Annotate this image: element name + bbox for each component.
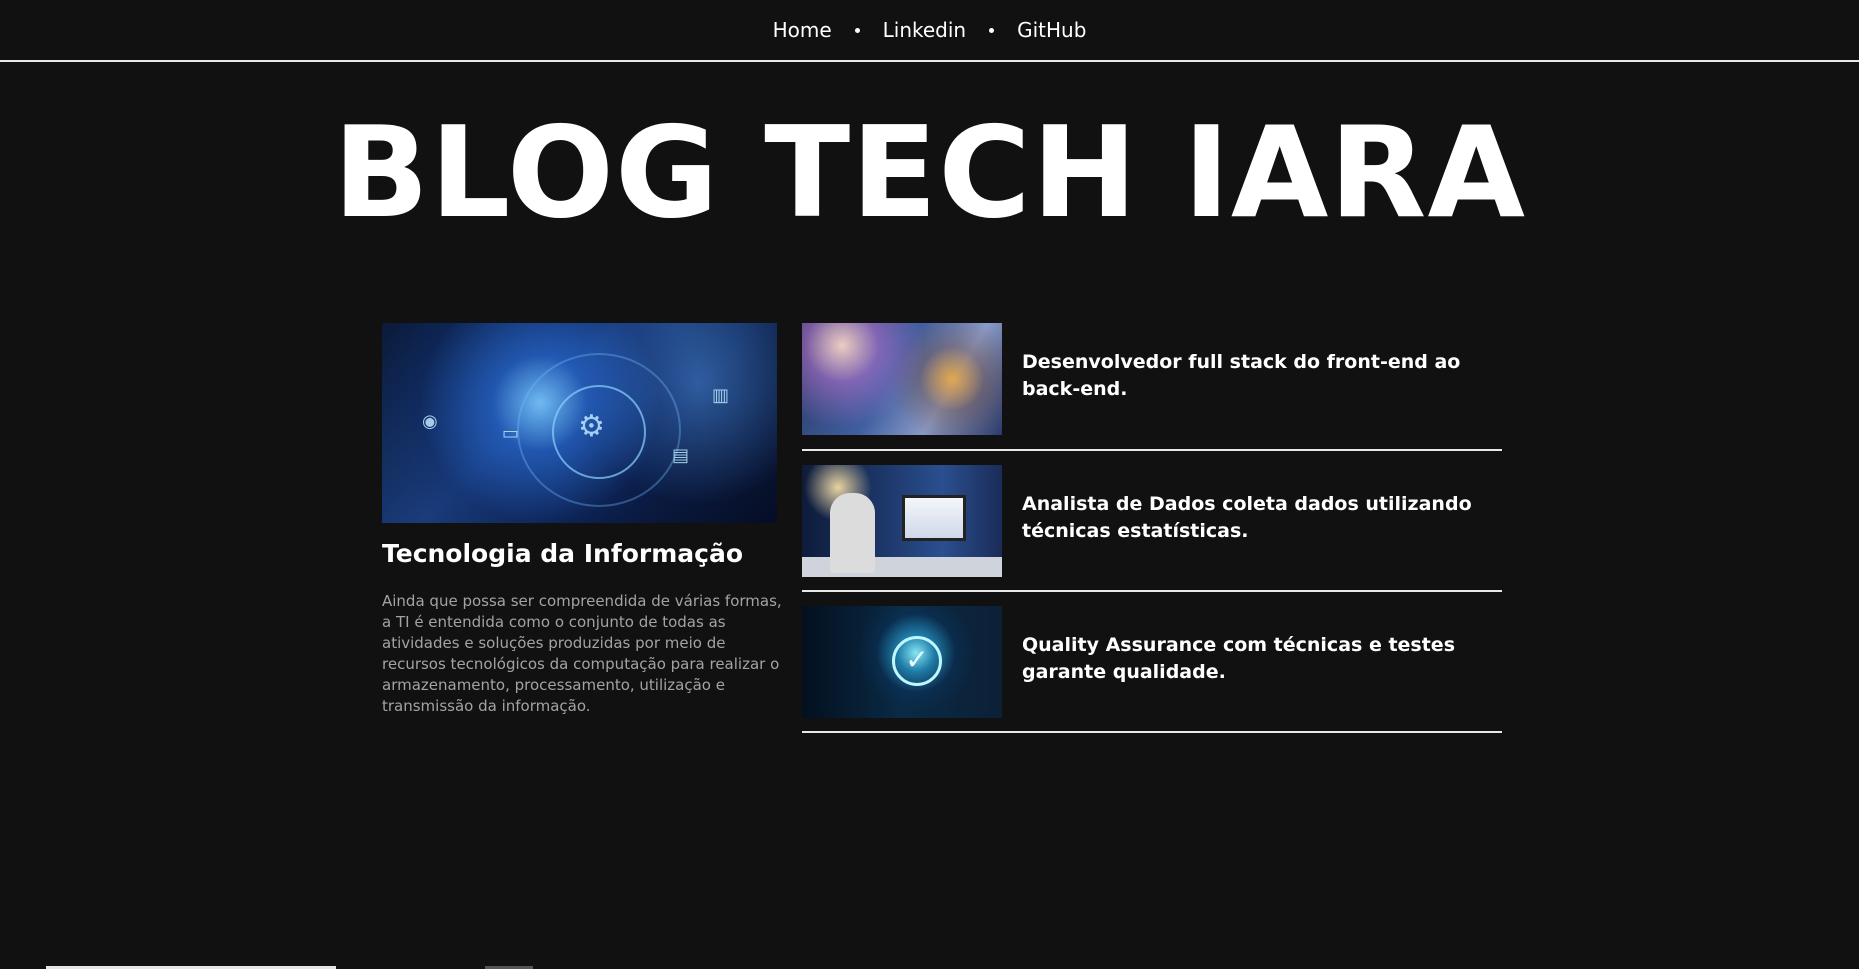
nav-item-linkedin: Linkedin [883,18,966,42]
article-title[interactable]: Analista de Dados coleta dados utilizand… [1022,465,1502,545]
nav-list: Home Linkedin GitHub [773,18,1087,42]
monitor-icon: ▭ [502,423,520,444]
article-thumbnail[interactable]: ✓ [802,606,1002,718]
nav-link-home[interactable]: Home [773,18,832,42]
nav-item-github: GitHub [1017,18,1086,42]
article-title[interactable]: Quality Assurance com técnicas e testes … [1022,606,1502,686]
article-thumbnail[interactable] [802,323,1002,435]
featured-title[interactable]: Tecnologia da Informação [382,537,782,571]
person-shape [830,493,875,573]
article-list: Desenvolvedor full stack do front-end ao… [802,323,1502,747]
list-item[interactable]: Analista de Dados coleta dados utilizand… [802,465,1502,592]
featured-description: Ainda que possa ser compreendida de vári… [382,592,782,715]
nav-link-linkedin[interactable]: Linkedin [883,18,966,42]
page: Home Linkedin GitHub BLOG TECH IARA ⚙ ▥ … [0,0,1859,969]
wifi-icon: ◉ [422,411,438,432]
nav-separator [832,27,883,33]
gears-icon: ⚙ [578,409,605,444]
nav-item-home: Home [773,18,832,42]
list-item[interactable]: ✓ Quality Assurance com técnicas e teste… [802,606,1502,733]
featured-article[interactable]: ⚙ ▥ ◉ ▭ ▤ Tecnologia da Informação Ainda… [382,323,782,717]
article-title[interactable]: Desenvolvedor full stack do front-end ao… [1022,323,1502,403]
checkmark-icon: ✓ [892,636,942,686]
bullet-icon [854,27,860,33]
list-item[interactable]: Desenvolvedor full stack do front-end ao… [802,323,1502,451]
nav-link-github[interactable]: GitHub [1017,18,1086,42]
chart-icon: ▥ [712,385,730,406]
bullet-icon [989,27,995,33]
top-nav: Home Linkedin GitHub [0,0,1859,62]
article-thumbnail[interactable] [802,465,1002,577]
page-title: BLOG TECH IARA [333,99,1526,246]
card-icon: ▤ [672,445,690,466]
nav-separator [966,27,1017,33]
monitor-icon [902,495,966,541]
featured-image[interactable]: ⚙ ▥ ◉ ▭ ▤ [382,323,777,523]
